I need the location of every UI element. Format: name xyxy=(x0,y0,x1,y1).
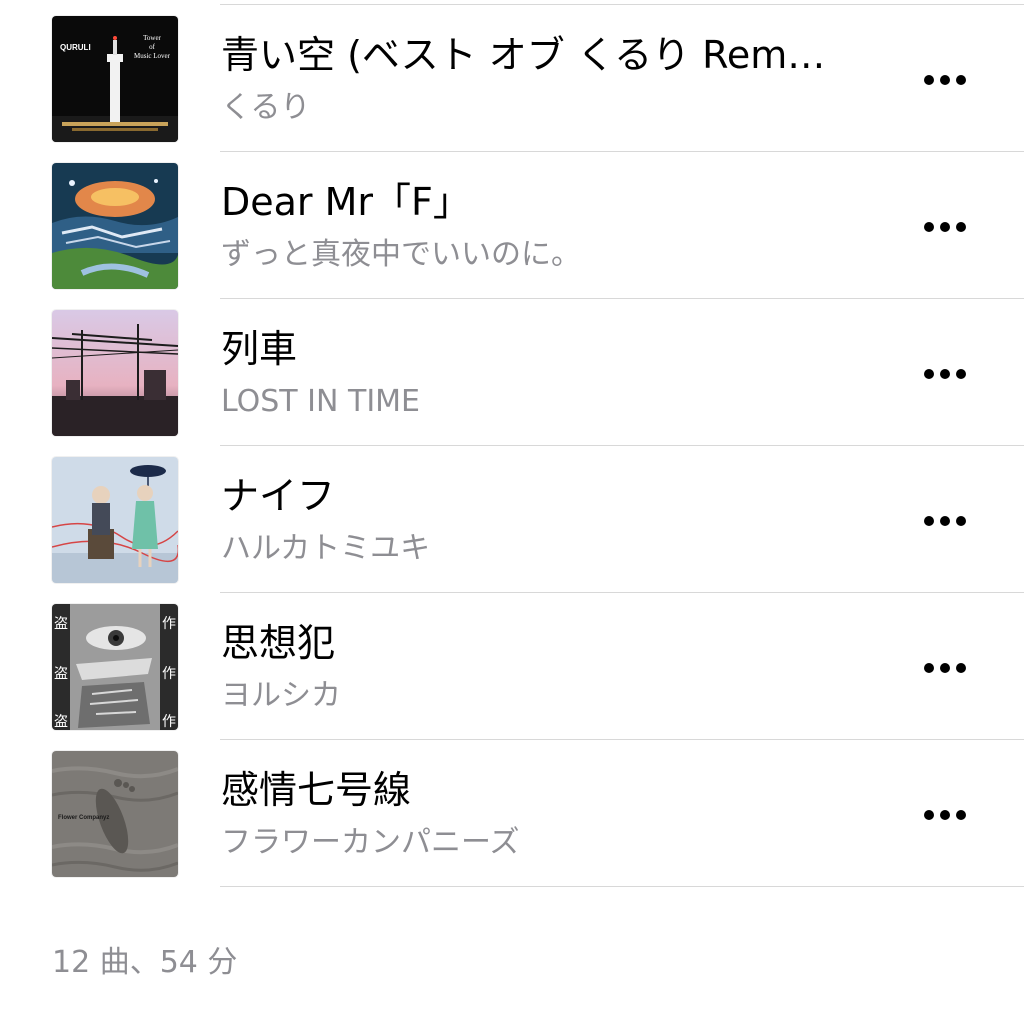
svg-text:Music Lover: Music Lover xyxy=(134,52,171,60)
track-title: 青い空 (ベスト オブ くるり Rem… xyxy=(221,33,826,77)
svg-text:QURULI: QURULI xyxy=(60,43,91,52)
ellipsis-icon xyxy=(924,369,934,379)
track-artist: フラワーカンパニーズ xyxy=(221,825,520,860)
svg-text:of: of xyxy=(149,43,156,51)
track-artist: ハルカトミユキ xyxy=(221,531,431,566)
album-artwork: 盗 盗 盗 作 作 作 xyxy=(52,604,178,730)
album-artwork xyxy=(52,310,178,436)
track-row[interactable]: Dear Mr「F」 ずっと真夜中でいいのに。 xyxy=(0,152,1024,299)
ellipsis-icon xyxy=(924,75,934,85)
track-list: QURULI Tower of Music Lover 青い空 (ベスト オブ … xyxy=(0,5,1024,887)
album-artwork: Flower Companyz xyxy=(52,751,178,877)
track-row[interactable]: QURULI Tower of Music Lover 青い空 (ベスト オブ … xyxy=(0,5,1024,152)
row-divider xyxy=(220,886,1024,887)
track-title: 感情七号線 xyxy=(221,768,412,812)
more-options-button[interactable] xyxy=(912,205,978,249)
track-artist: LOST IN TIME xyxy=(221,384,420,419)
svg-text:盗: 盗 xyxy=(54,666,68,682)
track-title: 思想犯 xyxy=(221,621,336,665)
more-options-button[interactable] xyxy=(912,499,978,543)
album-artwork xyxy=(52,457,178,583)
ellipsis-icon xyxy=(924,222,934,232)
track-title: Dear Mr「F」 xyxy=(221,180,471,224)
album-artwork: QURULI Tower of Music Lover xyxy=(52,16,178,142)
track-row[interactable]: Flower Companyz 感情七号線 フラワーカンパニーズ xyxy=(0,740,1024,887)
svg-text:盗: 盗 xyxy=(54,714,68,730)
track-artist: ヨルシカ xyxy=(221,678,341,713)
track-title: ナイフ xyxy=(221,474,336,518)
track-artist: くるり xyxy=(221,90,311,125)
more-options-button[interactable] xyxy=(912,58,978,102)
more-options-button[interactable] xyxy=(912,646,978,690)
ellipsis-icon xyxy=(924,810,934,820)
more-options-button[interactable] xyxy=(912,352,978,396)
svg-text:Flower Companyz: Flower Companyz xyxy=(58,815,109,821)
svg-text:作: 作 xyxy=(162,666,176,682)
track-title: 列車 xyxy=(221,327,298,371)
svg-text:作: 作 xyxy=(162,616,176,632)
ellipsis-icon xyxy=(924,663,934,673)
svg-text:Tower: Tower xyxy=(143,34,161,42)
playlist-summary: 12 曲、54 分 xyxy=(52,945,238,980)
track-row[interactable]: ナイフ ハルカトミユキ xyxy=(0,446,1024,593)
track-row[interactable]: 列車 LOST IN TIME xyxy=(0,299,1024,446)
track-row[interactable]: 盗 盗 盗 作 作 作 思想犯 ヨルシカ xyxy=(0,593,1024,740)
more-options-button[interactable] xyxy=(912,793,978,837)
album-artwork xyxy=(52,163,178,289)
track-artist: ずっと真夜中でいいのに。 xyxy=(221,237,581,272)
svg-text:盗: 盗 xyxy=(54,616,68,632)
ellipsis-icon xyxy=(924,516,934,526)
svg-text:作: 作 xyxy=(162,714,176,730)
